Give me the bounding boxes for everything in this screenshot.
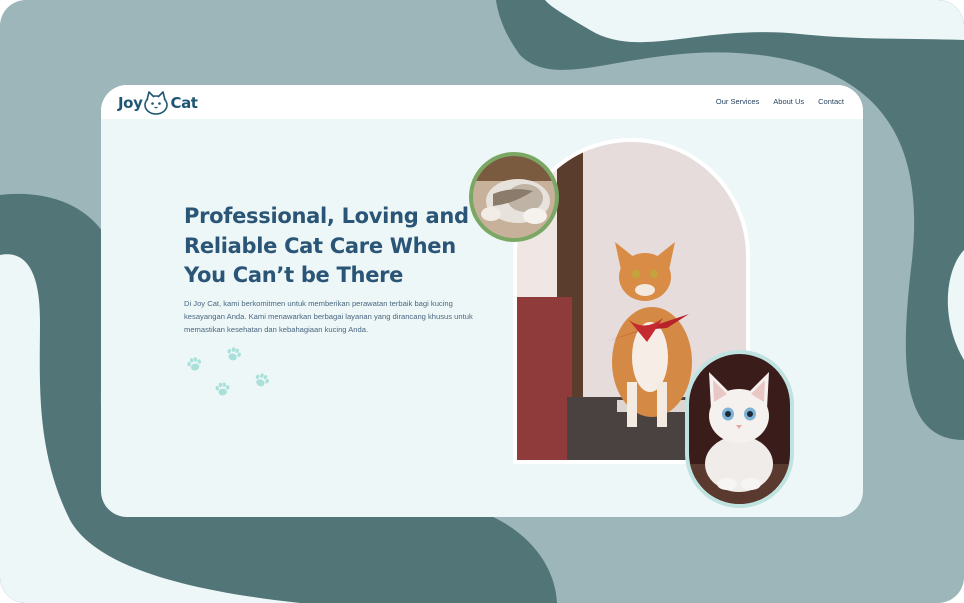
nav-contact[interactable]: Contact <box>818 97 844 106</box>
navbar: Joy Cat Our Services About Us Contact <box>101 85 863 119</box>
paw-icon <box>255 373 269 387</box>
hero-description: Di Joy Cat, kami berkomitmen untuk membe… <box>184 299 473 334</box>
white-kitten-photo-frame <box>685 350 794 508</box>
page-canvas: Joy Cat Our Services About Us Contact Pr… <box>0 0 964 603</box>
sleeping-kitten-photo <box>473 156 555 238</box>
sleeping-kitten-photo-frame <box>469 152 559 242</box>
hero-title: Professional, Loving and Reliable Cat Ca… <box>184 204 469 287</box>
nav-our-services[interactable]: Our Services <box>716 97 759 106</box>
brand-word-cat: Cat <box>170 94 198 112</box>
nav-about-us[interactable]: About Us <box>773 97 804 106</box>
paw-icon <box>187 357 201 371</box>
nav-menu: Our Services About Us Contact <box>716 97 844 106</box>
paw-icon <box>227 347 241 361</box>
brand-logo[interactable]: Joy Cat <box>118 90 198 116</box>
paw-icon <box>215 382 230 396</box>
cat-logo-icon <box>144 91 169 115</box>
brand-word-joy: Joy <box>118 94 143 112</box>
website-card: Joy Cat Our Services About Us Contact Pr… <box>101 85 863 517</box>
white-kitten-photo <box>689 354 790 504</box>
